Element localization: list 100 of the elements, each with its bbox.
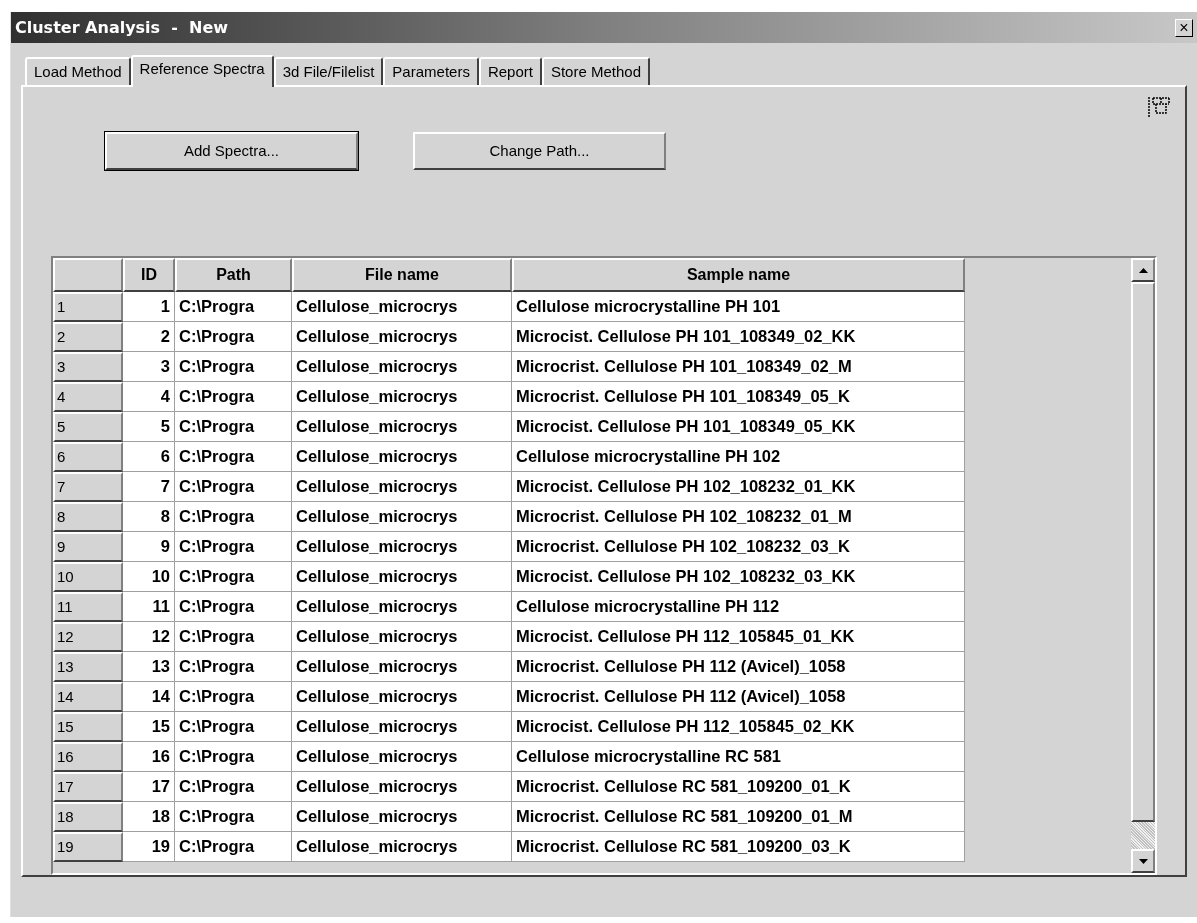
table-cell: Cellulose microcrystalline PH 102	[512, 442, 965, 472]
table-cell: C:\Progra	[175, 652, 292, 682]
table-cell: Microcist. Cellulose PH 101_108349_02_KK	[512, 322, 965, 352]
table-cell: 4	[123, 382, 175, 412]
tab[interactable]: Store Method	[541, 57, 650, 85]
tree-icon	[1147, 95, 1173, 119]
row-header[interactable]: 1	[53, 292, 123, 322]
table-cell: Microcrist. Cellulose PH 101_108349_02_M	[512, 352, 965, 382]
tab[interactable]: 3d File/Filelist	[273, 57, 384, 85]
row-header[interactable]: 14	[53, 682, 123, 712]
row-header[interactable]: 11	[53, 592, 123, 622]
table-cell: 7	[123, 472, 175, 502]
table-cell: C:\Progra	[175, 502, 292, 532]
table-cell: Cellulose_microcrys	[292, 592, 512, 622]
table-cell: C:\Progra	[175, 382, 292, 412]
table-cell: Microcrist. Cellulose RC 581_109200_01_M	[512, 802, 965, 832]
table-cell: Cellulose_microcrys	[292, 352, 512, 382]
row-header[interactable]: 18	[53, 802, 123, 832]
table-cell: 8	[123, 502, 175, 532]
table-cell: Microcrist. Cellulose PH 101_108349_05_K	[512, 382, 965, 412]
table-cell: Cellulose_microcrys	[292, 772, 512, 802]
row-header[interactable]: 16	[53, 742, 123, 772]
table-cell: Cellulose_microcrys	[292, 712, 512, 742]
table-cell: C:\Progra	[175, 772, 292, 802]
row-header[interactable]: 17	[53, 772, 123, 802]
table-cell: 17	[123, 772, 175, 802]
tab[interactable]: Parameters	[383, 57, 479, 85]
table-cell: Cellulose microcrystalline RC 581	[512, 742, 965, 772]
table-cell: Cellulose_microcrys	[292, 382, 512, 412]
table-cell: 6	[123, 442, 175, 472]
table-cell: Cellulose_microcrys	[292, 292, 512, 322]
table-cell: Cellulose_microcrys	[292, 502, 512, 532]
table-cell: Cellulose_microcrys	[292, 472, 512, 502]
table-cell: Cellulose_microcrys	[292, 832, 512, 862]
table-cell: Cellulose microcrystalline PH 112	[512, 592, 965, 622]
table-cell: Cellulose_microcrys	[292, 682, 512, 712]
row-header[interactable]: 2	[53, 322, 123, 352]
table-cell: Microcrist. Cellulose RC 581_109200_01_K	[512, 772, 965, 802]
table-cell: Cellulose_microcrys	[292, 322, 512, 352]
table-cell: Microcist. Cellulose PH 101_108349_05_KK	[512, 412, 965, 442]
table-cell: C:\Progra	[175, 832, 292, 862]
row-header[interactable]: 9	[53, 532, 123, 562]
table-cell: C:\Progra	[175, 472, 292, 502]
row-header[interactable]: 5	[53, 412, 123, 442]
table-cell: Microcist. Cellulose PH 102_108232_01_KK	[512, 472, 965, 502]
up-arrow-icon	[1138, 267, 1148, 273]
row-header[interactable]: 15	[53, 712, 123, 742]
table-cell: Microcrist. Cellulose RC 581_109200_03_K	[512, 832, 965, 862]
table-cell: C:\Progra	[175, 682, 292, 712]
table-cell: 16	[123, 742, 175, 772]
table-cell: C:\Progra	[175, 532, 292, 562]
table-cell: Microcrist. Cellulose PH 102_108232_03_K	[512, 532, 965, 562]
table-cell: C:\Progra	[175, 352, 292, 382]
tab[interactable]: Report	[478, 57, 542, 85]
table-cell: Cellulose_microcrys	[292, 802, 512, 832]
table-cell: 3	[123, 352, 175, 382]
table-cell: Cellulose_microcrys	[292, 562, 512, 592]
row-header[interactable]: 7	[53, 472, 123, 502]
table-cell: 1	[123, 292, 175, 322]
column-header[interactable]: ID	[123, 258, 175, 292]
row-header[interactable]: 12	[53, 622, 123, 652]
row-header[interactable]: 4	[53, 382, 123, 412]
table-cell: C:\Progra	[175, 802, 292, 832]
table-cell: C:\Progra	[175, 292, 292, 322]
tab[interactable]: Load Method	[25, 57, 131, 85]
table-cell: 18	[123, 802, 175, 832]
row-header[interactable]: 10	[53, 562, 123, 592]
action-button[interactable]: Change Path...	[413, 132, 666, 170]
table-cell: 15	[123, 712, 175, 742]
scroll-down-button[interactable]	[1131, 849, 1155, 873]
table-cell: 11	[123, 592, 175, 622]
table-cell: Cellulose_microcrys	[292, 532, 512, 562]
scroll-up-button[interactable]	[1131, 258, 1155, 282]
row-header[interactable]: 8	[53, 502, 123, 532]
table-cell: Microcist. Cellulose PH 102_108232_03_KK	[512, 562, 965, 592]
table-cell: Microcist. Cellulose PH 112_105845_01_KK	[512, 622, 965, 652]
table-cell: Cellulose_microcrys	[292, 652, 512, 682]
close-button[interactable]: ×	[1175, 18, 1193, 37]
table-cell: 10	[123, 562, 175, 592]
table-cell: C:\Progra	[175, 592, 292, 622]
row-header[interactable]: 19	[53, 832, 123, 862]
row-header[interactable]: 3	[53, 352, 123, 382]
row-header[interactable]: 13	[53, 652, 123, 682]
table-cell: Cellulose_microcrys	[292, 742, 512, 772]
table-cell: 19	[123, 832, 175, 862]
table-cell: C:\Progra	[175, 562, 292, 592]
table-cell: C:\Progra	[175, 712, 292, 742]
table-cell: Microcist. Cellulose PH 112_105845_02_KK	[512, 712, 965, 742]
row-header[interactable]: 6	[53, 442, 123, 472]
table-cell: C:\Progra	[175, 412, 292, 442]
table-cell: C:\Progra	[175, 322, 292, 352]
column-header[interactable]: Path	[175, 258, 292, 292]
column-header[interactable]: File name	[292, 258, 512, 292]
table-cell: Microcrist. Cellulose PH 102_108232_01_M	[512, 502, 965, 532]
action-button[interactable]: Add Spectra...	[105, 132, 358, 170]
window-title: Cluster Analysis - New	[15, 16, 229, 39]
table-cell: Cellulose_microcrys	[292, 412, 512, 442]
tab[interactable]: Reference Spectra	[130, 55, 274, 87]
column-header[interactable]: Sample name	[512, 258, 965, 292]
table-cell: C:\Progra	[175, 442, 292, 472]
